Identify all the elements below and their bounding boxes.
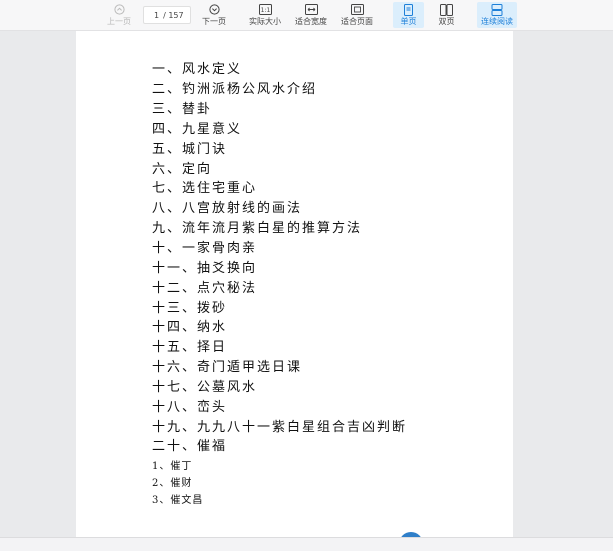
fit-page-label: 适合页面	[341, 17, 373, 26]
toc-item: 十六、奇门遁甲选日课	[152, 360, 303, 375]
toc-item: 十二、点穴秘法	[152, 281, 258, 296]
prev-page-label: 上一页	[107, 17, 131, 26]
toc-item: 五、城门诀	[152, 142, 228, 157]
fit-width-button[interactable]: 适合宽度	[292, 2, 330, 28]
toc-item: 七、选住宅重心	[152, 181, 258, 196]
toc-item: 一、风水定义	[152, 62, 243, 77]
single-page-label: 单页	[400, 17, 417, 26]
double-page-label: 双页	[438, 17, 455, 26]
actual-size-button[interactable]: 1:1 实际大小	[246, 2, 284, 28]
actual-size-label: 实际大小	[249, 17, 281, 26]
fit-width-icon	[304, 3, 318, 16]
toc-item: 十、一家骨肉亲	[152, 241, 258, 256]
toc-item: 八、八宫放射线的画法	[152, 201, 303, 216]
next-page-button[interactable]: 下一页	[199, 2, 229, 28]
toc-subitem: 3、催文昌	[152, 495, 204, 506]
fit-page-button[interactable]: 适合页面	[338, 2, 376, 28]
page-number-input[interactable]: 1	[154, 11, 159, 20]
toc-item: 六、定向	[152, 162, 213, 177]
toc-subitem: 2、催财	[152, 478, 193, 489]
page-number-box: 1 / 157	[143, 6, 191, 24]
toc-item: 十七、公墓风水	[152, 380, 258, 395]
toc-item: 十一、抽爻换向	[152, 261, 258, 276]
continuous-reading-label: 连续阅读	[481, 17, 513, 26]
toc-item: 九、流年流月紫白星的推算方法	[152, 221, 363, 236]
actual-size-icon: 1:1	[258, 3, 272, 16]
next-page-label: 下一页	[202, 17, 226, 26]
toc-item: 十八、峦头	[152, 400, 228, 415]
toc-item: 十四、纳水	[152, 320, 228, 335]
toc-item: 二十、催福	[152, 439, 228, 454]
single-page-button[interactable]: 单页	[393, 2, 424, 28]
prev-page-button[interactable]: 上一页	[104, 2, 134, 28]
continuous-reading-icon	[491, 3, 503, 16]
viewer-toolbar: 上一页 1 / 157 下一页 1:1 实际大小 适合宽度 适合页面 单页 双页…	[0, 0, 613, 31]
continuous-reading-button[interactable]: 连续阅读	[477, 2, 517, 28]
svg-text:1:1: 1:1	[260, 7, 270, 14]
toc-item: 十三、拨砂	[152, 301, 228, 316]
toc-item: 四、九星意义	[152, 122, 243, 137]
fit-width-label: 适合宽度	[295, 17, 327, 26]
toc-item: 二、钓洲派杨公风水介绍	[152, 82, 318, 97]
toc-subitem: 1、催丁	[152, 461, 193, 472]
bottom-scrollbar[interactable]	[0, 537, 613, 551]
single-page-icon	[403, 3, 414, 16]
toc-item: 三、替卦	[152, 102, 213, 117]
fit-page-icon	[350, 3, 364, 16]
document-page	[76, 31, 513, 537]
page-total: / 157	[163, 10, 184, 20]
double-page-button[interactable]: 双页	[431, 2, 462, 28]
toc-item: 十五、择日	[152, 340, 228, 355]
chevron-up-icon	[113, 3, 125, 16]
chevron-down-icon	[208, 3, 220, 16]
double-page-icon	[440, 3, 453, 16]
toc-item: 十九、九九八十一紫白星组合吉凶判断	[152, 420, 408, 435]
